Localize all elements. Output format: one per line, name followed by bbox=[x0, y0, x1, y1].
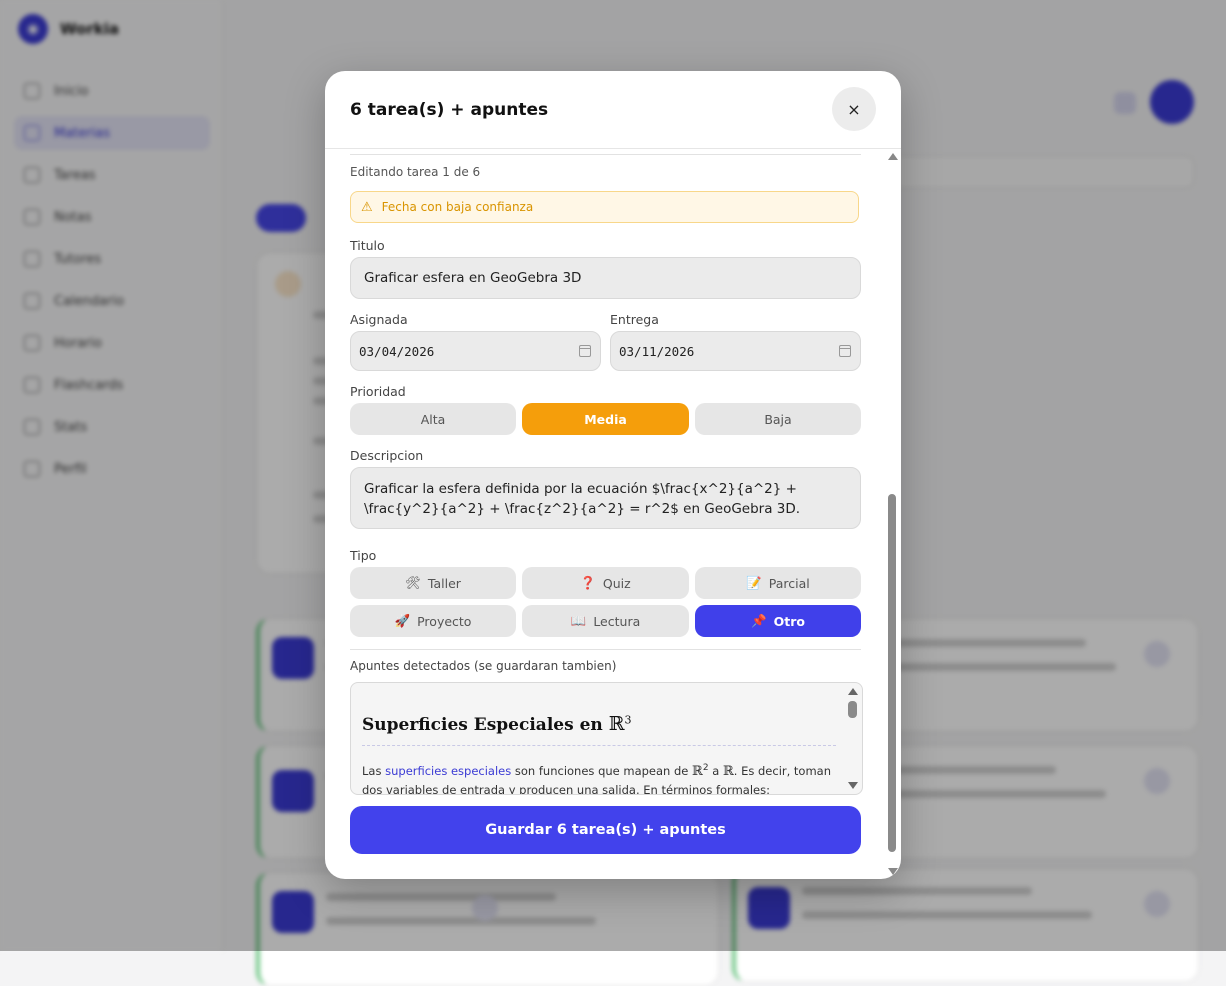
low-confidence-warning: ⚠ Fecha con baja confianza bbox=[350, 191, 859, 223]
memo-icon: 📝 bbox=[746, 575, 762, 590]
description-textarea[interactable]: Graficar la esfera definida por la ecuac… bbox=[350, 467, 861, 529]
calendar-icon[interactable] bbox=[839, 345, 851, 357]
close-icon: × bbox=[847, 99, 861, 119]
notes-heading: Superficies Especiales en ℝ3 bbox=[362, 713, 632, 735]
type-parcial[interactable]: 📝 Parcial bbox=[695, 567, 861, 599]
priority-alta[interactable]: Alta bbox=[350, 403, 516, 435]
close-button[interactable]: × bbox=[832, 87, 876, 131]
tools-icon: 🛠 bbox=[405, 575, 421, 590]
notes-label: Apuntes detectados (se guardaran tambien… bbox=[350, 659, 617, 673]
priority-media[interactable]: Media bbox=[522, 403, 689, 435]
editing-indicator: Editando tarea 1 de 6 bbox=[350, 165, 481, 179]
warning-text: Fecha con baja confianza bbox=[381, 200, 534, 214]
question-icon: ❓ bbox=[580, 575, 596, 590]
priority-baja[interactable]: Baja bbox=[695, 403, 861, 435]
modal-header: 6 tarea(s) + apuntes × bbox=[325, 71, 901, 149]
scroll-down-arrow-icon[interactable] bbox=[848, 782, 858, 789]
divider bbox=[350, 649, 861, 650]
notes-link[interactable]: superficies especiales bbox=[385, 764, 511, 778]
description-label: Descripcion bbox=[350, 448, 424, 463]
modal-scrollbar[interactable] bbox=[886, 149, 900, 877]
modal-title: 6 tarea(s) + apuntes bbox=[350, 100, 549, 120]
type-label: Tipo bbox=[350, 548, 377, 563]
due-date-value: 03/11/2026 bbox=[619, 344, 695, 359]
title-label: Titulo bbox=[350, 238, 385, 253]
import-tasks-modal: 6 tarea(s) + apuntes × Editando tarea 1 … bbox=[325, 71, 901, 879]
warning-icon: ⚠ bbox=[361, 199, 373, 215]
priority-label: Prioridad bbox=[350, 384, 406, 399]
divider bbox=[362, 745, 836, 746]
rocket-icon: 🚀 bbox=[394, 613, 411, 628]
type-lectura[interactable]: 📖 Lectura bbox=[522, 605, 689, 637]
title-input[interactable]: Graficar esfera en GeoGebra 3D bbox=[350, 257, 861, 299]
save-button[interactable]: Guardar 6 tarea(s) + apuntes bbox=[350, 806, 861, 854]
notes-preview[interactable]: Superficies Especiales en ℝ3 Las superfi… bbox=[350, 682, 863, 795]
assigned-date-value: 03/04/2026 bbox=[359, 344, 435, 359]
divider bbox=[350, 154, 861, 155]
due-date-input[interactable]: 03/11/2026 bbox=[610, 331, 861, 371]
type-quiz[interactable]: ❓ Quiz bbox=[522, 567, 689, 599]
type-otro[interactable]: 📌 Otro bbox=[695, 605, 861, 637]
assigned-date-input[interactable]: 03/04/2026 bbox=[350, 331, 601, 371]
modal-scrollbar-thumb[interactable] bbox=[888, 494, 896, 852]
notes-scrollbar-thumb[interactable] bbox=[848, 701, 857, 718]
open-book-icon: 📖 bbox=[570, 613, 587, 628]
scroll-down-arrow-icon[interactable] bbox=[888, 868, 898, 875]
scroll-up-arrow-icon[interactable] bbox=[848, 688, 858, 695]
notes-paragraph: Las superficies especiales son funciones… bbox=[362, 763, 832, 795]
type-taller[interactable]: 🛠 Taller bbox=[350, 567, 516, 599]
calendar-icon[interactable] bbox=[579, 345, 591, 357]
modal-body: Editando tarea 1 de 6 ⚠ Fecha con baja c… bbox=[350, 149, 863, 879]
due-label: Entrega bbox=[610, 312, 659, 327]
pushpin-icon: 📌 bbox=[751, 613, 767, 628]
type-proyecto[interactable]: 🚀 Proyecto bbox=[350, 605, 516, 637]
assigned-label: Asignada bbox=[350, 312, 408, 327]
scroll-up-arrow-icon[interactable] bbox=[888, 153, 898, 160]
